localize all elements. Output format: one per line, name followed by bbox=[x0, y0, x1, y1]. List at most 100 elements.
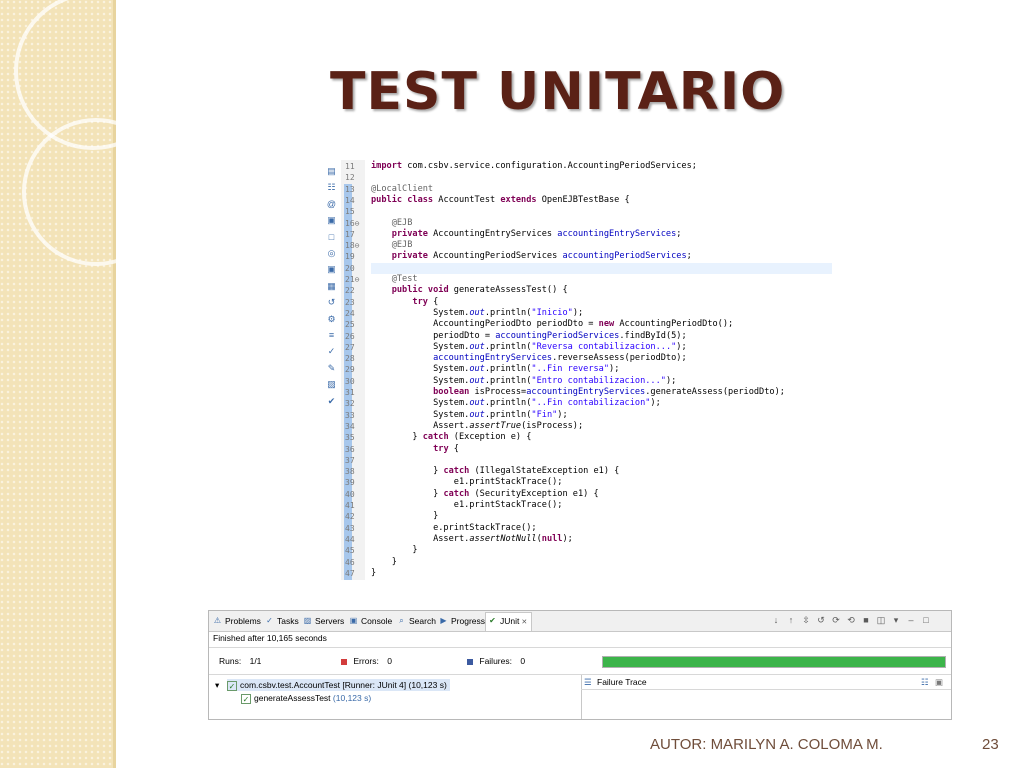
code-line[interactable] bbox=[371, 455, 832, 466]
code-line[interactable]: AccountingPeriodDto periodDto = new Acco… bbox=[371, 319, 832, 330]
code-line[interactable]: public void generateAssessTest() { bbox=[371, 285, 832, 296]
menu-icon[interactable]: ▾ bbox=[891, 615, 901, 625]
progress-fill bbox=[603, 657, 945, 667]
line-number: 22 bbox=[345, 286, 355, 296]
history-icon[interactable]: ↺ bbox=[816, 615, 826, 625]
compare-icon[interactable]: ▣ bbox=[935, 676, 943, 688]
decorative-circle bbox=[22, 118, 170, 266]
globe-icon[interactable]: ◎ bbox=[326, 248, 337, 258]
rerun-failed-icon[interactable]: ⟲ bbox=[846, 615, 856, 625]
code-line[interactable]: private AccountingEntryServices accounti… bbox=[371, 229, 832, 240]
code-token: } bbox=[371, 556, 397, 567]
code-editor[interactable]: ▤ ☷ @ ▣ □ ◎ ▣ ▦ ↺ ⚙ ≡ ✓ ✎ ▨ ✔ 11 12 13 14 15 16⊖ 17 18⊖ 19 20 21… bbox=[323, 160, 832, 580]
code-line[interactable]: } catch (IllegalStateException e1) { bbox=[371, 466, 832, 477]
code-token: ); bbox=[650, 398, 661, 409]
pin-icon[interactable]: ✎ bbox=[326, 363, 337, 373]
code-line[interactable] bbox=[371, 262, 832, 274]
code-line[interactable] bbox=[371, 172, 832, 183]
tab-search[interactable]: ⌕ Search bbox=[395, 613, 436, 629]
debug-icon[interactable]: ⚙ bbox=[326, 314, 337, 324]
code-line[interactable]: System.out.println("Fin"); bbox=[371, 410, 832, 421]
code-line[interactable]: } catch (Exception e) { bbox=[371, 432, 832, 443]
code-line[interactable]: @EJB bbox=[371, 240, 832, 251]
stop-icon[interactable]: ■ bbox=[861, 615, 871, 625]
console-icon[interactable]: ▣ bbox=[326, 215, 337, 225]
code-line[interactable]: e.printStackTrace(); bbox=[371, 523, 832, 534]
progress-icon: ▶ bbox=[440, 616, 447, 625]
filter-trace-icon[interactable]: ☷ bbox=[921, 676, 929, 688]
code-line[interactable]: @Test bbox=[371, 274, 832, 285]
coverage-icon[interactable]: ▦ bbox=[326, 281, 337, 291]
code-line[interactable]: public class AccountTest extends OpenEJB… bbox=[371, 195, 832, 206]
chevron-down-icon[interactable]: ▾ bbox=[215, 680, 219, 690]
outline-icon[interactable]: ▤ bbox=[326, 166, 337, 176]
javadoc-icon[interactable]: @ bbox=[326, 199, 337, 209]
test-suite-icon: ✓ bbox=[227, 680, 237, 691]
code-line[interactable]: private AccountingPeriodServices account… bbox=[371, 251, 832, 262]
tree-test-row[interactable]: ✓ generateAssessTest (10,123 s) bbox=[241, 692, 371, 704]
code-line[interactable]: @LocalClient bbox=[371, 184, 832, 195]
code-line[interactable] bbox=[371, 206, 832, 217]
maximize-icon[interactable]: □ bbox=[921, 615, 931, 625]
code-line[interactable]: } catch (SecurityException e1) { bbox=[371, 489, 832, 500]
code-line[interactable]: } bbox=[371, 511, 832, 522]
tab-servers[interactable]: ▨ Servers bbox=[301, 613, 345, 629]
runs-label: Runs: bbox=[219, 656, 242, 666]
code-line[interactable]: } bbox=[371, 568, 832, 579]
line-number: 27 bbox=[345, 342, 355, 352]
tab-problems[interactable]: ⚠ Problems bbox=[211, 613, 261, 629]
code-line[interactable]: } bbox=[371, 557, 832, 568]
code-line[interactable]: Assert.assertTrue(isProcess); bbox=[371, 421, 832, 432]
tree-suite-row[interactable]: ✓ com.csbv.test.AccountTest [Runner: JUni… bbox=[227, 679, 450, 691]
code-line[interactable]: periodDto = accountingPeriodServices.fin… bbox=[371, 331, 832, 342]
tasks-icon[interactable]: ✓ bbox=[326, 346, 337, 356]
tree-expander[interactable]: ▾ bbox=[215, 679, 219, 691]
code-line[interactable]: System.out.println("Entro contabilizacio… bbox=[371, 376, 832, 387]
tab-junit[interactable]: ✔ JUnit ✕ bbox=[485, 612, 533, 631]
line-number: 41 bbox=[345, 501, 355, 510]
code-line[interactable]: try { bbox=[371, 444, 832, 455]
servers-icon[interactable]: ▨ bbox=[326, 379, 337, 389]
code-line[interactable]: try { bbox=[371, 297, 832, 308]
code-line[interactable]: System.out.println("..Fin contabilizacio… bbox=[371, 398, 832, 409]
hierarchy-icon[interactable]: ☷ bbox=[326, 182, 337, 192]
line-number: 38 bbox=[345, 467, 355, 477]
rerun-icon[interactable]: ⟳ bbox=[831, 615, 841, 625]
code-line[interactable]: System.out.println("..Fin reversa"); bbox=[371, 364, 832, 375]
close-icon[interactable]: ✕ bbox=[519, 619, 527, 626]
junit-view: ↓ ↑ ⇳ ↺ ⟳ ⟲ ■ ◫ ▾ – □ ⚠ Problems ✓ Tasks ▨ Servers ▣ Cons… bbox=[208, 610, 952, 720]
window-icon[interactable]: □ bbox=[326, 232, 337, 242]
scroll-lock-icon[interactable]: ⇳ bbox=[801, 615, 811, 625]
console-icon[interactable]: ▣ bbox=[326, 264, 337, 274]
code-token: "Entro contabilizacion..." bbox=[531, 375, 666, 386]
code-line[interactable]: accountingEntryServices.reverseAssess(pe… bbox=[371, 353, 832, 364]
code-line[interactable]: e1.printStackTrace(); bbox=[371, 500, 832, 511]
tab-label: JUnit bbox=[500, 616, 520, 626]
code-token: ; bbox=[676, 228, 682, 239]
junit-icon[interactable]: ✔ bbox=[326, 396, 337, 406]
code-line[interactable]: boolean isProcess=accountingEntryService… bbox=[371, 387, 832, 398]
expressions-icon[interactable]: ≡ bbox=[326, 330, 337, 340]
tab-console[interactable]: ▣ Console bbox=[347, 613, 392, 629]
tab-progress[interactable]: ▶ Progress bbox=[437, 613, 485, 629]
errors-value: 0 bbox=[387, 656, 392, 666]
code-line[interactable]: System.out.println("Inicio"); bbox=[371, 308, 832, 319]
code-token: accountingPeriodServices bbox=[495, 330, 620, 341]
code-line[interactable]: System.out.println("Reversa contabilizac… bbox=[371, 342, 832, 353]
code-line[interactable]: } bbox=[371, 545, 832, 556]
code-token: { bbox=[448, 443, 459, 454]
minimize-icon[interactable]: – bbox=[906, 615, 916, 625]
code-token: ); bbox=[572, 307, 584, 318]
code-line[interactable]: import com.csbv.service.configuration.Ac… bbox=[371, 161, 832, 172]
test-tree[interactable]: ▾ ✓ com.csbv.test.AccountTest [Runner: JU… bbox=[209, 675, 582, 719]
tab-tasks[interactable]: ✓ Tasks bbox=[263, 613, 299, 629]
code-line[interactable]: e1.printStackTrace(); bbox=[371, 477, 832, 488]
layout-icon[interactable]: ◫ bbox=[876, 615, 886, 625]
history-icon[interactable]: ↺ bbox=[326, 297, 337, 307]
up-arrow-icon[interactable]: ↑ bbox=[786, 615, 796, 625]
runs-stat: Runs: 1/1 bbox=[219, 656, 261, 666]
code-line[interactable]: Assert.assertNotNull(null); bbox=[371, 534, 832, 545]
code-line[interactable]: @EJB bbox=[371, 218, 832, 229]
down-arrow-icon[interactable]: ↓ bbox=[771, 615, 781, 625]
